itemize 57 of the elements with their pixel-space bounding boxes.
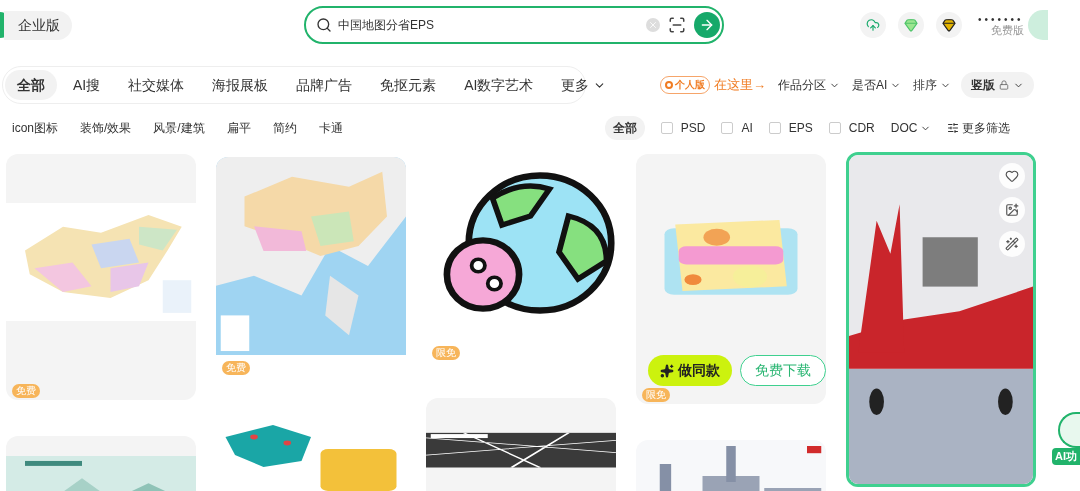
format-filter[interactable]: 全部 — [604, 116, 645, 140]
assistant-icon[interactable] — [1058, 412, 1080, 448]
checkbox-label: AI — [741, 120, 753, 137]
ring-icon — [665, 81, 673, 89]
make-similar-button[interactable]: 做同款 — [648, 355, 732, 386]
plan-label: 免费版 — [990, 24, 1024, 36]
checkbox-label: PSD — [680, 120, 706, 137]
style-tag[interactable]: 装饰/效果 — [80, 119, 132, 137]
upload-button[interactable] — [860, 12, 886, 38]
search-field[interactable]: 中国地图分省EPS — [304, 6, 724, 44]
free-tag: 免费 — [222, 361, 250, 375]
checkbox[interactable] — [828, 122, 841, 134]
template-card[interactable] — [426, 398, 616, 491]
sliders-icon — [947, 122, 960, 134]
checkbox[interactable] — [660, 122, 673, 134]
category-tab[interactable]: 社交媒体 — [116, 70, 197, 100]
cloud-upload-icon — [866, 18, 880, 32]
vip-button[interactable] — [936, 12, 962, 38]
checkbox-label: CDR — [848, 120, 875, 137]
orientation-dropdown[interactable]: 竖版 — [961, 72, 1035, 98]
free-tag: 免费 — [12, 384, 40, 398]
enterprise-button[interactable]: 企业版 — [4, 10, 72, 40]
wand-icon — [1005, 237, 1019, 251]
sparkle-icon — [660, 363, 674, 378]
diamond-icon — [942, 18, 956, 32]
category-tab[interactable]: 品牌广告 — [284, 70, 365, 100]
format-dropdown[interactable]: DOC — [890, 119, 932, 137]
diamond-button[interactable] — [898, 12, 924, 38]
image-icon — [1005, 203, 1019, 217]
filter-dropdown[interactable]: 排序 — [913, 76, 952, 94]
style-tag[interactable]: 扁平 — [226, 119, 251, 137]
checkbox[interactable] — [721, 122, 734, 134]
category-tab[interactable]: AI搜 — [61, 70, 113, 100]
free-tag: 限免 — [642, 388, 670, 402]
category-tab[interactable]: 更多 — [549, 70, 619, 100]
category-tab[interactable]: 全部 — [5, 70, 57, 100]
style-tag[interactable]: 简约 — [272, 119, 297, 137]
style-tag[interactable]: icon图标 — [12, 119, 58, 137]
search-button[interactable] — [694, 12, 720, 38]
style-tag[interactable]: 卡通 — [318, 119, 343, 137]
category-tab[interactable]: 免抠元素 — [368, 70, 449, 100]
lock-icon — [999, 80, 1010, 90]
category-tab[interactable]: 海报展板 — [200, 70, 281, 100]
filter-dropdown[interactable]: 作品分区 — [778, 76, 840, 94]
diamond-icon — [904, 18, 918, 32]
more-filters-button[interactable]: 更多筛选 — [947, 119, 1011, 137]
checkbox-label: EPS — [788, 120, 813, 137]
search-text: 中国地图分省EPS — [338, 17, 435, 34]
checkbox[interactable] — [768, 122, 781, 134]
filter-dropdown[interactable]: 是否AI — [852, 76, 902, 94]
username: ••••••• — [978, 14, 1024, 25]
free-tag: 限免 — [432, 346, 460, 360]
template-card[interactable]: 限免 做同款 免费下载 — [636, 154, 826, 404]
heart-icon — [1005, 169, 1019, 183]
search-icon — [316, 17, 332, 33]
category-tab[interactable]: AI数字艺术 — [452, 70, 546, 100]
style-tag[interactable]: 风景/建筑 — [153, 119, 205, 137]
